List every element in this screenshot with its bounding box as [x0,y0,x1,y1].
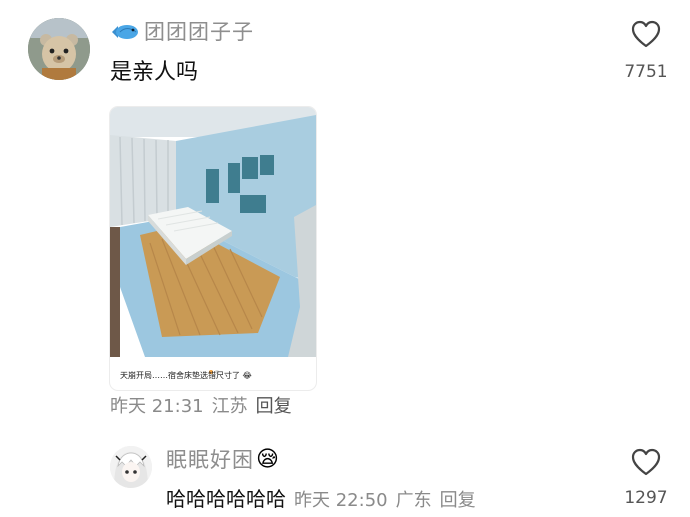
heart-icon [631,20,661,48]
reply-button[interactable]: 回复 [440,489,476,513]
image-caption: 天崩开局……宿舍床垫选错尺寸了 😂 [120,371,252,380]
avatar[interactable] [28,18,90,80]
comment-location: 江苏 [211,396,248,417]
comment-image[interactable]: 天崩开局……宿舍床垫选错尺寸了 😂 [110,107,316,390]
username[interactable]: 眠眠好困 [166,446,254,474]
bear-avatar-image [28,18,90,80]
like-button[interactable] [631,20,661,52]
like-count: 7751 [624,62,668,82]
like-count: 1297 [624,488,668,508]
anime-avatar-image [110,446,152,488]
emoji-sleepy-icon: 😪 [256,447,279,472]
dorm-bed-photo [110,107,316,357]
like-button[interactable] [631,448,661,480]
username[interactable]: 团团团子子 [144,18,254,46]
comment-text: 哈哈哈哈哈哈 [166,487,286,511]
heart-icon [631,448,661,476]
comment-time: 昨天 21:31 [110,396,204,417]
comment-location: 广东 [395,490,432,511]
comment-time: 昨天 22:50 [294,490,388,511]
avatar[interactable] [110,446,152,488]
fish-icon [110,21,140,43]
comment-text: 是亲人吗 [110,60,199,85]
reply-button[interactable]: 回复 [256,395,292,419]
